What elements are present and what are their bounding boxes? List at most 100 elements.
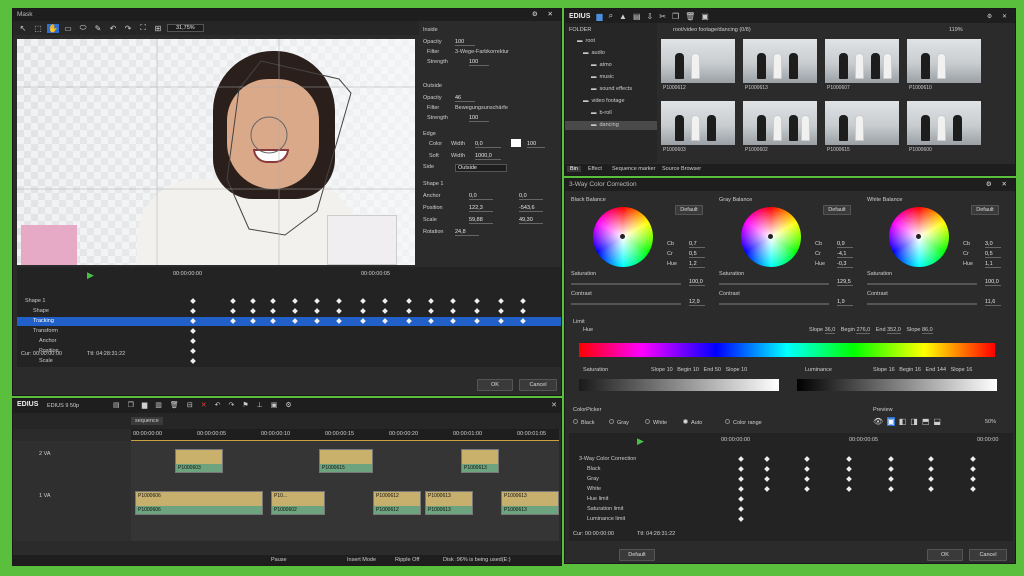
ccw-keyframe[interactable] <box>846 456 852 462</box>
mask-preview[interactable] <box>17 39 415 265</box>
cut-icon[interactable]: ✂ <box>659 12 666 21</box>
folder-item[interactable]: ▬ video footage <box>565 97 657 106</box>
bin-tab[interactable]: Effect <box>585 166 605 172</box>
lum-begin[interactable]: 16 <box>915 367 921 373</box>
anchor-x[interactable]: 0,0 <box>469 193 493 200</box>
ccw-keyframe[interactable] <box>738 466 744 472</box>
mask-keyframe[interactable] <box>230 298 236 304</box>
mask-keyframe[interactable] <box>190 348 196 354</box>
mask-keyframe[interactable] <box>428 298 434 304</box>
rotation-value[interactable]: 24,8 <box>455 229 479 236</box>
hue-end[interactable]: 352,0 <box>887 327 901 334</box>
clip[interactable]: P1000615 <box>319 449 373 473</box>
ccw-track-row[interactable]: Black <box>569 465 719 474</box>
clip-thumbnail[interactable] <box>825 39 899 83</box>
redo-icon[interactable]: ↷ <box>228 401 234 409</box>
ccw-keyframe[interactable] <box>846 476 852 482</box>
mask-keyframe[interactable] <box>336 308 342 314</box>
balance-cb-value[interactable]: 0,7 <box>689 241 705 248</box>
split-icon[interactable]: ⊟ <box>187 401 193 409</box>
balance-default-button[interactable]: Default <box>971 205 999 215</box>
fit-icon[interactable]: ⛶ <box>137 23 149 33</box>
rectangle-icon[interactable]: ▭ <box>62 24 74 33</box>
folder-item[interactable]: ▬ b-roll <box>565 109 657 118</box>
clip[interactable]: P1000613 P1000613 <box>425 491 473 515</box>
colorpicker-option[interactable]: Gray <box>609 419 629 426</box>
clip-thumbnail[interactable] <box>743 39 817 83</box>
balance-cb-value[interactable]: 0,9 <box>837 241 853 248</box>
folder-item[interactable]: ▬ atmo <box>565 61 657 70</box>
contrast-slider[interactable] <box>867 303 977 305</box>
ccw-keyframe[interactable] <box>738 516 744 522</box>
mask-track-row[interactable]: Transform <box>17 327 167 336</box>
bin-tab[interactable]: Source Browser <box>659 166 704 172</box>
saturation-range-bar[interactable] <box>579 379 779 391</box>
balance-cr-value[interactable]: 0,5 <box>689 251 705 258</box>
ccw-keyframe[interactable] <box>888 466 894 472</box>
new-folder-icon[interactable]: ▤ <box>633 12 641 21</box>
inside-strength-value[interactable]: 100 <box>469 59 489 66</box>
hue-range-bar[interactable] <box>579 343 995 357</box>
clip[interactable]: P1000606 P1000606 <box>135 491 263 515</box>
contrast-slider[interactable] <box>571 303 681 305</box>
ccw-keyframe[interactable] <box>846 486 852 492</box>
mask-keyframe[interactable] <box>270 298 276 304</box>
bin-zoom[interactable]: 119% <box>949 27 963 33</box>
mask-keyframe[interactable] <box>250 308 256 314</box>
ccw-keyframe[interactable] <box>738 496 744 502</box>
saturation-slider[interactable] <box>867 283 977 285</box>
ccw-keyframe[interactable] <box>970 466 976 472</box>
mask-cancel-button[interactable]: Cancel <box>519 379 557 391</box>
sequence-tab[interactable]: sequence <box>131 417 163 425</box>
clip[interactable]: P1000612 P1000612 <box>373 491 421 515</box>
pen-icon[interactable]: ✎ <box>92 24 104 33</box>
ccw-track-row[interactable]: Gray <box>569 475 719 484</box>
ccw-keyframe[interactable] <box>888 456 894 462</box>
split-right-icon[interactable]: ◨ <box>910 417 918 426</box>
mask-track-row[interactable]: Anchor <box>17 337 167 346</box>
sat-end[interactable]: 50 <box>715 367 721 373</box>
mask-keyframe[interactable] <box>382 298 388 304</box>
colorpicker-option[interactable]: Black <box>573 419 594 426</box>
mask-keyframe[interactable] <box>190 338 196 344</box>
ccw-keyframe[interactable] <box>764 486 770 492</box>
mask-track-row[interactable]: Scale <box>17 357 167 366</box>
zoom-select[interactable]: 31,75% <box>167 24 204 32</box>
color-wheel-handle[interactable] <box>768 234 773 239</box>
mask-keyframe[interactable] <box>250 298 256 304</box>
hue-slope2[interactable]: 86,0 <box>922 327 933 334</box>
mask-keyframe[interactable] <box>474 308 480 314</box>
grid-icon[interactable]: ⊞ <box>152 24 164 33</box>
colorpicker-option[interactable]: White <box>645 419 667 426</box>
timeline-ruler[interactable]: 00:00:00:00 00:00:00:05 00:00:00:10 00:00:0… <box>131 429 559 441</box>
saturation-slider[interactable] <box>571 283 681 285</box>
copy-icon[interactable]: ❐ <box>672 12 679 21</box>
mask-track-row[interactable]: Shape <box>17 307 167 316</box>
lum-slope2[interactable]: 16 <box>966 367 972 373</box>
ccw-cancel-button[interactable]: Cancel <box>969 549 1007 561</box>
mask-keyframe[interactable] <box>314 298 320 304</box>
balance-default-button[interactable]: Default <box>823 205 851 215</box>
mask-shape-overlay[interactable] <box>17 39 415 265</box>
clip[interactable]: P1000613 P1000613 <box>501 491 559 515</box>
select-icon[interactable]: ⬚ <box>32 24 44 33</box>
ellipse-icon[interactable]: ⬭ <box>77 23 89 33</box>
edge-soft-label[interactable]: Soft <box>429 153 439 159</box>
edius-window-controls[interactable]: ✕ <box>551 401 557 409</box>
clip[interactable]: P10... P1000602 <box>271 491 325 515</box>
saturation-slider[interactable] <box>719 283 829 285</box>
sequence-icon[interactable]: ▤ <box>113 401 120 409</box>
split-top-icon[interactable]: ⬒ <box>922 417 930 426</box>
ccw-keyframe[interactable] <box>804 456 810 462</box>
balance-hue-value[interactable]: 1,2 <box>689 261 705 268</box>
up-icon[interactable]: ▲ <box>619 12 627 21</box>
ccw-keyframe[interactable] <box>970 456 976 462</box>
ccw-keyframe[interactable] <box>738 456 744 462</box>
luminance-checkbox[interactable]: Luminance <box>805 367 832 373</box>
clip-thumbnail[interactable] <box>743 101 817 145</box>
folder-item[interactable]: ▬ sound effects <box>565 85 657 94</box>
edge-side-select[interactable]: Outside <box>455 164 507 172</box>
ccw-keyframe[interactable] <box>846 466 852 472</box>
ccw-keyframe[interactable] <box>738 486 744 492</box>
balance-cr-value[interactable]: -4,1 <box>837 251 853 258</box>
